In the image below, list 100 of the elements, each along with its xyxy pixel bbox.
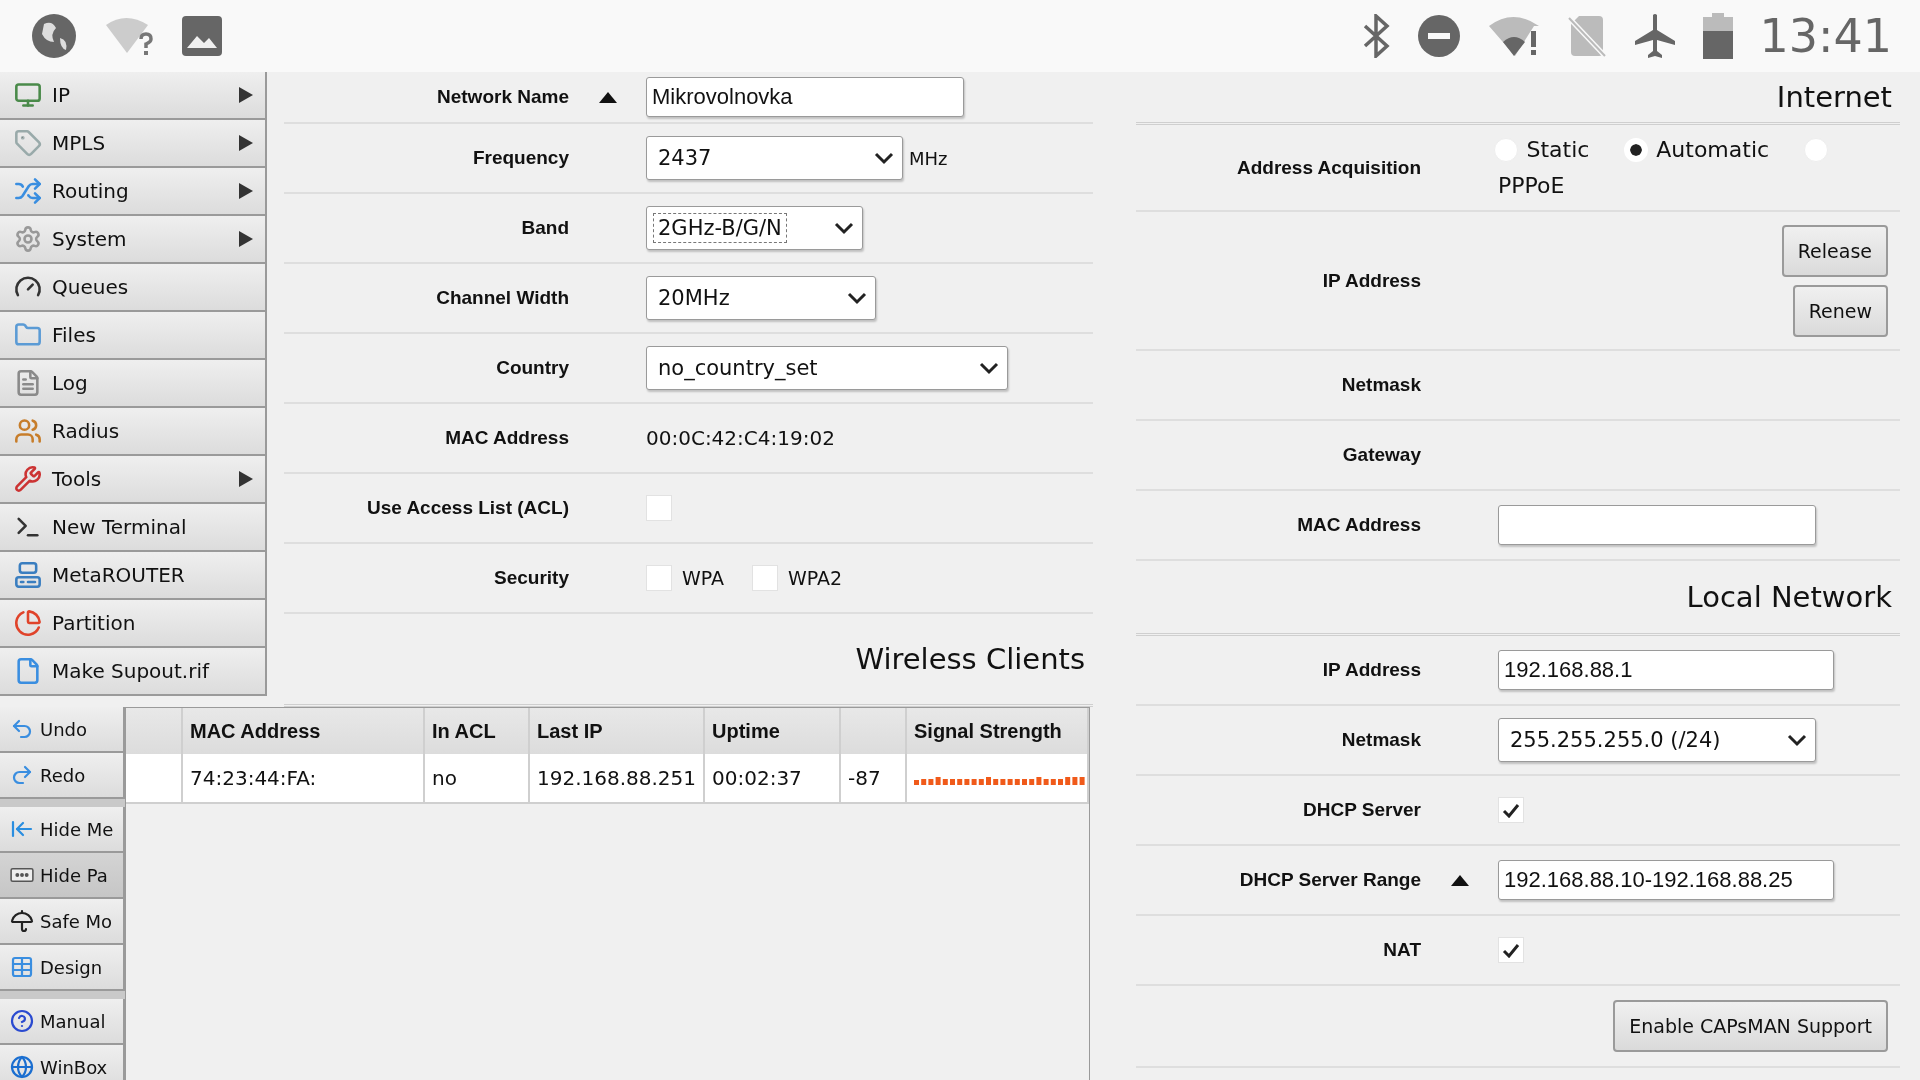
field-label: Network Name xyxy=(436,86,569,108)
sidebar-item[interactable]: IP xyxy=(0,72,267,120)
column-header[interactable]: In ACL xyxy=(424,708,529,754)
sidebar-item[interactable]: Partition xyxy=(0,600,267,648)
up-triangle-icon[interactable] xyxy=(1450,874,1469,886)
chevron-down-icon xyxy=(834,221,854,235)
folder-icon xyxy=(14,321,42,349)
radio-label: Automatic xyxy=(1656,136,1770,162)
airplane-icon xyxy=(1633,13,1678,59)
text-field[interactable]: 192.168.88.1 xyxy=(1498,650,1834,690)
column-header[interactable] xyxy=(840,708,906,754)
sidebar-item[interactable]: MPLS xyxy=(0,120,267,168)
chevron-down-icon xyxy=(847,291,867,305)
dropdown[interactable]: 20MHz xyxy=(646,276,876,320)
field-label: Security xyxy=(493,567,569,589)
capsman-button[interactable]: Enable CAPsMAN Support xyxy=(1613,1000,1888,1052)
gear-icon xyxy=(14,225,42,253)
do-not-disturb-icon xyxy=(1417,14,1462,58)
checkbox[interactable] xyxy=(646,495,672,521)
section-title: Local Network xyxy=(1686,580,1892,614)
field-label: MAC Address xyxy=(1296,514,1421,536)
check-icon xyxy=(1502,802,1520,818)
text-field[interactable]: Mikrovolnovka xyxy=(646,77,964,117)
field-label: MAC Address xyxy=(444,427,569,449)
sidebar-item[interactable]: Design xyxy=(0,945,125,991)
radio-label: PPPoE xyxy=(1498,173,1565,199)
table-cell: 192.168.88.251 xyxy=(529,754,704,803)
globe-icon xyxy=(10,1055,34,1079)
sidebar-item[interactable]: Routing xyxy=(0,168,267,216)
dropdown[interactable]: 2437 xyxy=(646,136,903,180)
unit-label: MHz xyxy=(909,147,948,169)
field-value: 00:0C:42:C4:19:02 xyxy=(646,426,835,450)
check-icon xyxy=(1502,942,1520,958)
column-header[interactable]: Signal Strength xyxy=(906,708,1088,754)
clock-time: 13:41 xyxy=(1759,9,1892,63)
chevron-down-icon xyxy=(1787,733,1807,747)
column-header[interactable]: Uptime xyxy=(704,708,840,754)
checkbox[interactable] xyxy=(1498,937,1524,963)
action-button[interactable]: Release xyxy=(1781,224,1888,277)
field-label: DHCP Server Range xyxy=(1238,869,1421,891)
radio-label: Static xyxy=(1526,136,1590,162)
field-label: Netmask xyxy=(1340,729,1421,751)
text-field[interactable]: 192.168.88.10-192.168.88.25 xyxy=(1498,860,1834,900)
sidebar-item[interactable]: WinBox xyxy=(0,1045,125,1080)
sidebar-item[interactable]: Undo xyxy=(0,707,125,753)
checkbox-label: WPA xyxy=(682,567,725,589)
dropdown[interactable]: 2GHz-B/G/N xyxy=(646,206,863,250)
table-cell: no xyxy=(424,754,529,803)
field-label: Band xyxy=(520,217,569,239)
dropdown[interactable]: 255.255.255.0 (/24) xyxy=(1498,718,1816,762)
sidebar-item[interactable]: Log xyxy=(0,360,267,408)
wrench-icon xyxy=(14,465,42,493)
up-triangle-icon[interactable] xyxy=(598,91,617,103)
column-header[interactable]: MAC Address xyxy=(182,708,424,754)
globe-icon xyxy=(30,12,78,60)
wifi-unknown-icon xyxy=(104,15,156,57)
file-icon xyxy=(14,657,42,685)
table-icon xyxy=(10,955,34,979)
column-header[interactable] xyxy=(126,708,182,754)
sidebar-item[interactable]: Tools xyxy=(0,456,267,504)
checkbox-label: WPA2 xyxy=(788,567,843,589)
redo-icon xyxy=(10,763,34,787)
sidebar-item[interactable]: Hide Pa xyxy=(0,853,125,899)
field-label: Frequency xyxy=(471,147,569,169)
field-label: DHCP Server xyxy=(1302,799,1421,821)
sidebar-item[interactable]: New Terminal xyxy=(0,504,267,552)
table-cell: 00:02:37 xyxy=(704,754,840,803)
sidebar-item[interactable]: Manual xyxy=(0,999,125,1045)
monitor-icon xyxy=(14,81,42,109)
dots-box-icon xyxy=(10,868,34,882)
field-label: Address Acquisition xyxy=(1235,156,1421,179)
section-title: Internet xyxy=(1776,80,1892,114)
sidebar-item[interactable]: System xyxy=(0,216,267,264)
checkbox[interactable] xyxy=(1498,797,1524,823)
column-header[interactable]: Last IP xyxy=(529,708,704,754)
pie-chart-icon xyxy=(14,609,42,637)
dropdown[interactable]: no_country_set xyxy=(646,346,1008,390)
sidebar-item[interactable]: MetaROUTER xyxy=(0,552,267,600)
bluetooth-icon xyxy=(1363,14,1392,58)
sidebar-item[interactable]: Safe Mo xyxy=(0,899,125,945)
sidebar-item[interactable]: Make Supout.rif xyxy=(0,648,267,696)
field-label: IP Address xyxy=(1321,269,1421,292)
sidebar-item[interactable]: Files xyxy=(0,312,267,360)
undo-icon xyxy=(10,717,34,741)
table-cell: 74:23:44:FA: xyxy=(182,754,424,803)
chevron-down-icon xyxy=(874,151,894,165)
shuffle-icon xyxy=(14,177,42,205)
checkbox[interactable] xyxy=(752,565,779,591)
help-icon xyxy=(10,1009,34,1033)
sidebar-item[interactable]: Redo xyxy=(0,753,125,799)
action-button[interactable]: Renew xyxy=(1792,284,1888,337)
umbrella-icon xyxy=(10,909,34,933)
text-field[interactable] xyxy=(1498,505,1816,545)
checkbox[interactable] xyxy=(646,565,672,591)
document-icon xyxy=(14,369,42,397)
field-label: Country xyxy=(495,357,569,379)
sidebar-item[interactable]: Hide Me xyxy=(0,807,125,853)
sidebar-item[interactable]: Queues xyxy=(0,264,267,312)
sidebar-item[interactable]: Radius xyxy=(0,408,267,456)
no-sim-icon xyxy=(1567,14,1608,58)
